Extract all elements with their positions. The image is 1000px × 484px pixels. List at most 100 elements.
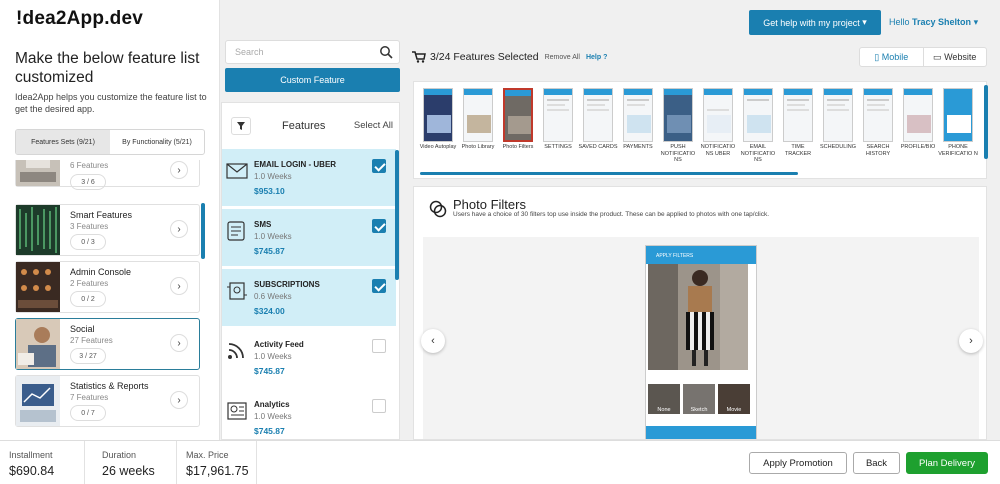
user-menu[interactable]: Hello Tracy Shelton ▾ [889,17,978,28]
carousel-item[interactable]: SEARCH HISTORY [858,88,898,157]
filter-option[interactable]: Movie [718,384,750,414]
carousel-item[interactable]: EMAIL NOTIFICATIO NS [738,88,778,164]
tab-feature-sets[interactable]: Features Sets (9/21) [16,130,110,154]
sms-icon [227,221,245,241]
carousel-item[interactable]: SAVED CARDS [578,88,618,151]
activity-feed-icon [228,343,244,359]
category-name: Statistics & Reports [70,381,149,391]
phone-preview: APPLY FILTERS None Sketch Movie [645,245,757,439]
chevron-right-icon[interactable]: › [170,220,188,238]
feature-row-subscriptions[interactable]: SUBSCRIPTIONS 0.6 Weeks $324.00 [222,269,396,326]
search-input[interactable] [226,41,376,63]
filter-strip: None Sketch Movie [646,370,756,420]
chevron-right-icon[interactable]: › [170,161,188,179]
feature-row-analytics[interactable]: Analytics 1.0 Weeks $745.87 [222,389,396,439]
page-heading: Make the below feature list customized [15,50,200,86]
carousel-item-selected[interactable]: Photo Filters [498,88,538,151]
category-card[interactable]: 6 Features 3 / 6 › [15,160,200,190]
category-count: 3 Features [70,222,109,231]
remove-all-link[interactable]: Remove All [545,54,580,61]
feature-list-header: Features Select All [222,103,399,147]
mobile-view-button[interactable]: ▯ Mobile [860,48,923,66]
carousel-item[interactable]: SETTINGS [538,88,578,151]
preview-header: APPLY FILTERS [646,246,756,264]
chevron-left-icon[interactable]: ‹ [421,329,445,353]
feature-carousel: Video Autoplay Photo Library Photo Filte… [413,81,987,179]
category-thumbnail [16,376,60,426]
filter-icon[interactable] [231,117,251,135]
feature-checkbox[interactable] [372,399,386,413]
category-progress: 0 / 7 [70,405,106,421]
select-all-link[interactable]: Select All [354,120,393,131]
category-count: 27 Features [70,336,113,345]
category-card-smart-features[interactable]: Smart Features 3 Features 0 / 3 › [15,204,200,256]
category-thumbnail [16,319,60,369]
email-icon [226,163,248,179]
carousel-item[interactable]: Video Autoplay [418,88,458,151]
installment-stat: Installment $690.84 [0,441,85,484]
left-panel: !dea2App.dev Make the below feature list… [0,0,220,440]
carousel-item[interactable]: PAYMENTS [618,88,658,151]
category-count: 2 Features [70,279,109,288]
category-thumbnail [16,262,60,312]
chevron-right-icon[interactable]: › [170,334,188,352]
custom-feature-button[interactable]: Custom Feature [225,68,400,92]
chevron-right-icon[interactable]: › [959,329,983,353]
category-card-social[interactable]: Social 27 Features 3 / 27 › [15,318,200,370]
category-count: 7 Features [70,393,109,402]
category-card-statistics-reports[interactable]: Statistics & Reports 7 Features 0 / 7 › [15,375,200,427]
feature-panel: Custom Feature Features Select All EMAIL… [221,0,408,440]
chevron-right-icon[interactable]: › [170,277,188,295]
question-icon: ? [603,53,608,61]
carousel-scrollbar[interactable] [420,172,798,175]
feature-checkbox[interactable] [372,219,386,233]
bottom-bar: Installment $690.84 Duration 26 weeks Ma… [0,440,1000,484]
idea2app-logo[interactable]: !dea2App.dev [16,8,143,30]
cart-icon [412,51,426,63]
category-list: 6 Features 3 / 6 › Smart Features 3 Feat… [15,160,205,435]
search-icon[interactable] [379,45,393,59]
chevron-right-icon[interactable]: › [170,391,188,409]
carousel-item[interactable]: TIME TRACKER [778,88,818,157]
plan-delivery-button[interactable]: Plan Delivery [906,452,988,474]
carousel-item[interactable]: PROFILE/BIO [898,88,938,151]
features-title: Features [282,120,326,132]
carousel-item[interactable]: PHONE VERIFICATIO N [938,88,978,157]
carousel-side-scrollbar[interactable] [984,85,988,159]
max-price-stat: Max. Price $17,961.75 [177,441,257,484]
carousel-item[interactable]: Photo Library [458,88,498,151]
feature-row-sms[interactable]: SMS 1.0 Weeks $745.87 [222,209,396,266]
tab-by-functionality[interactable]: By Functionality (5/21) [110,130,204,154]
category-card-admin-console[interactable]: Admin Console 2 Features 0 / 2 › [15,261,200,313]
monitor-icon: ▭ [933,51,942,62]
feature-checkbox[interactable] [372,279,386,293]
category-progress: 0 / 2 [70,291,106,307]
feature-row-activity-feed[interactable]: Activity Feed 1.0 Weeks $745.87 [222,329,396,386]
carousel-item[interactable]: PUSH NOTIFICATIO NS [658,88,698,164]
carousel-item[interactable]: NOTIFICATIO NS UBER [698,88,738,157]
filter-option[interactable]: Sketch [683,384,715,414]
platform-toggle: ▯ Mobile ▭ Website [859,47,987,67]
category-name: Admin Console [70,267,132,277]
back-button[interactable]: Back [853,452,900,474]
help-link[interactable]: Help ? [586,54,607,61]
duration-stat: Duration 26 weeks [93,441,177,484]
category-list-scrollbar[interactable] [201,203,205,259]
website-view-button[interactable]: ▭ Website [922,48,987,66]
filter-option[interactable]: None [648,384,680,414]
get-help-button[interactable]: Get help with my project ▾ [749,10,881,35]
feature-list-scrollbar[interactable] [395,150,399,280]
feature-detail: Photo Filters Users have a choice of 30 … [413,186,987,440]
carousel-item[interactable]: SCHEDULING [818,88,858,151]
category-progress: 3 / 27 [70,348,106,364]
category-name: Smart Features [70,210,133,220]
feature-title: Photo Filters [453,197,526,212]
category-progress: 3 / 6 [70,174,106,190]
feature-row-email-login[interactable]: EMAIL LOGIN - UBER 1.0 Weeks $953.10 [222,149,396,206]
apply-promotion-button[interactable]: Apply Promotion [749,452,847,474]
category-thumbnail [16,205,60,255]
feature-checkbox[interactable] [372,159,386,173]
category-view-tabs: Features Sets (9/21) By Functionality (5… [15,129,205,155]
feature-checkbox[interactable] [372,339,386,353]
preview-stage: ‹ › APPLY FILTERS None Sketch Movie [421,237,983,439]
